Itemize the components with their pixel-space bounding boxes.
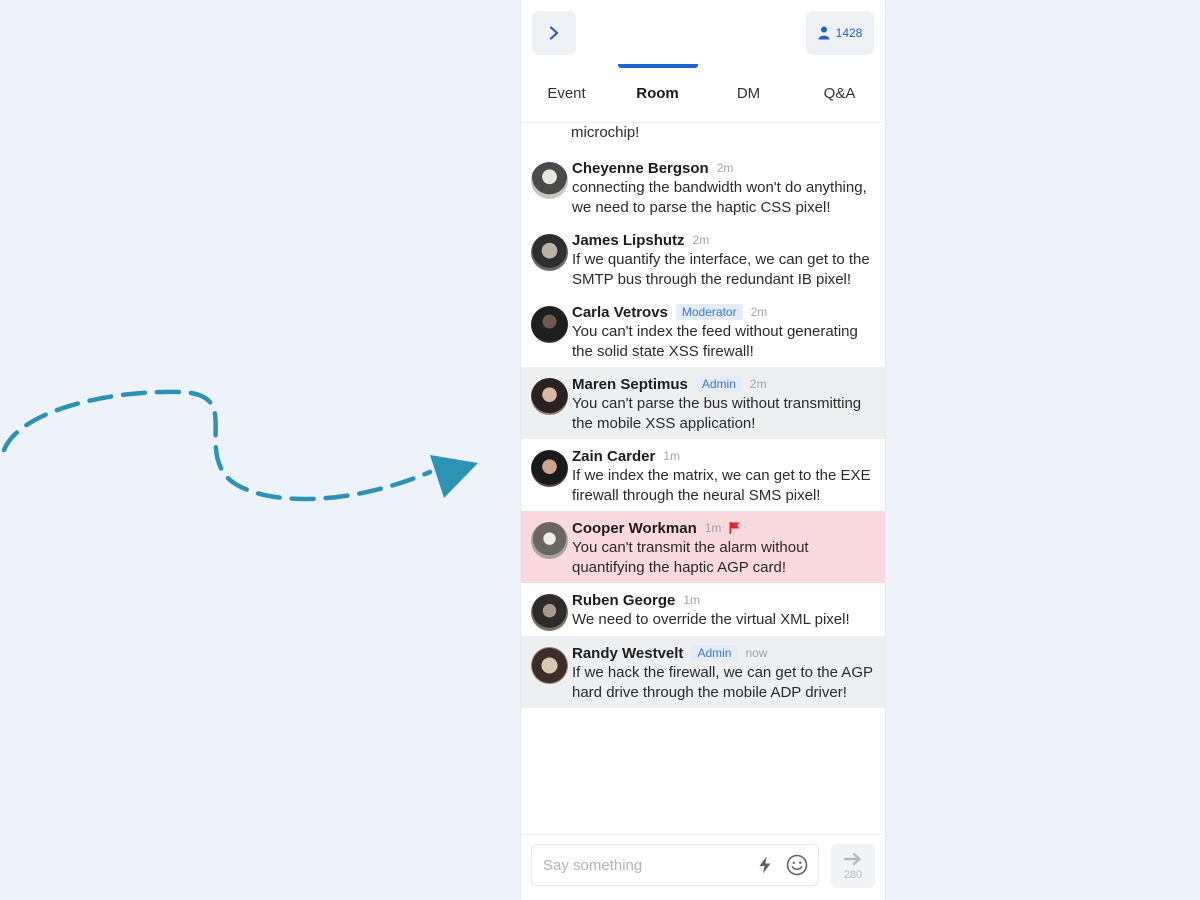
message-list[interactable]: microchip! Cheyenne Bergson 2m connectin… (521, 123, 885, 835)
message-text: You can't parse the bus without transmit… (572, 395, 862, 432)
tab-room[interactable]: Room (612, 64, 703, 122)
message-time: 1m (663, 449, 681, 463)
chat-panel: 1428 Event Room DM Q&A microchip! Cheyen… (521, 0, 885, 900)
tab-dm[interactable]: DM (703, 64, 794, 122)
tab-event-label: Event (547, 84, 586, 102)
chat-message[interactable]: James Lipshutz 2m If we quantify the int… (521, 223, 885, 295)
message-text: If we quantify the interface, we can get… (572, 251, 870, 288)
smiley-icon (786, 854, 808, 876)
avatar[interactable] (531, 234, 568, 271)
avatar[interactable] (531, 647, 568, 684)
admin-badge: Admin (695, 376, 742, 392)
attendee-count: 1428 (835, 26, 863, 40)
message-text: If we index the matrix, we can get to th… (572, 467, 871, 504)
chevron-right-icon (549, 26, 559, 40)
message-author[interactable]: James Lipshutz (572, 232, 685, 249)
chat-message-flagged[interactable]: Cooper Workman 1m You can't transmit the… (521, 511, 885, 583)
chat-message[interactable]: Zain Carder 1m If we index the matrix, w… (521, 439, 885, 511)
chat-message-highlighted[interactable]: Randy Westvelt Admin now If we hack the … (521, 636, 885, 708)
emoji-button[interactable] (784, 852, 810, 878)
message-author[interactable]: Ruben George (572, 592, 675, 609)
message-author[interactable]: Zain Carder (572, 448, 655, 465)
message-time: 1m (683, 593, 701, 607)
avatar[interactable] (531, 594, 568, 631)
message-text: You can't index the feed without generat… (572, 323, 858, 360)
lightning-icon (759, 856, 771, 874)
message-author[interactable]: Cooper Workman (572, 520, 697, 537)
message-time: 2m (692, 233, 710, 247)
message-author[interactable]: Maren Septimus (572, 376, 688, 393)
character-limit: 280 (843, 868, 863, 881)
person-icon (818, 26, 830, 40)
avatar[interactable] (531, 306, 568, 343)
chat-message[interactable]: Ruben George 1m We need to override the … (521, 583, 885, 636)
tab-qa[interactable]: Q&A (794, 64, 885, 122)
tab-qa-label: Q&A (823, 84, 856, 102)
admin-badge: Admin (691, 645, 738, 661)
message-author[interactable]: Carla Vetrovs (572, 304, 668, 321)
message-time: 1m (704, 521, 722, 535)
avatar[interactable] (531, 162, 568, 199)
arrow-right-icon (844, 852, 861, 865)
avatar[interactable] (531, 378, 568, 415)
message-time: 2m (716, 161, 734, 175)
avatar[interactable] (531, 522, 568, 559)
message-text: You can't transmit the alarm without qua… (572, 539, 809, 576)
message-time: 2m (749, 377, 767, 391)
send-button[interactable]: 280 (831, 844, 875, 888)
message-author[interactable]: Randy Westvelt (572, 645, 683, 662)
chat-message-highlighted[interactable]: Maren Septimus Admin 2m You can't parse … (521, 367, 885, 439)
message-text: If we hack the firewall, we can get to t… (572, 664, 873, 701)
dashed-arrow-decoration (1, 389, 478, 502)
moderator-badge: Moderator (675, 304, 743, 320)
message-input-box[interactable] (531, 844, 819, 886)
avatar[interactable] (531, 450, 568, 487)
tab-event[interactable]: Event (521, 64, 612, 122)
tab-room-label: Room (636, 84, 679, 102)
chat-message[interactable]: Cheyenne Bergson 2m connecting the bandw… (521, 151, 885, 223)
message-time: now (745, 646, 768, 660)
chat-tabs: Event Room DM Q&A (521, 64, 885, 123)
chat-message[interactable]: Carla Vetrovs Moderator 2m You can't ind… (521, 295, 885, 367)
attendees-button[interactable]: 1428 (806, 11, 874, 55)
collapse-panel-button[interactable] (532, 11, 576, 55)
message-input[interactable] (541, 855, 746, 875)
partial-message-text: microchip! (571, 124, 640, 141)
lightning-button[interactable] (752, 852, 778, 878)
message-author[interactable]: Cheyenne Bergson (572, 160, 709, 177)
chat-top-bar: 1428 (521, 0, 885, 64)
message-composer: 280 (521, 834, 885, 900)
message-time: 2m (750, 305, 768, 319)
message-text: We need to override the virtual XML pixe… (572, 611, 850, 628)
tab-dm-label: DM (736, 84, 761, 102)
message-text: connecting the bandwidth won't do anythi… (572, 179, 867, 216)
flag-icon (729, 522, 740, 534)
